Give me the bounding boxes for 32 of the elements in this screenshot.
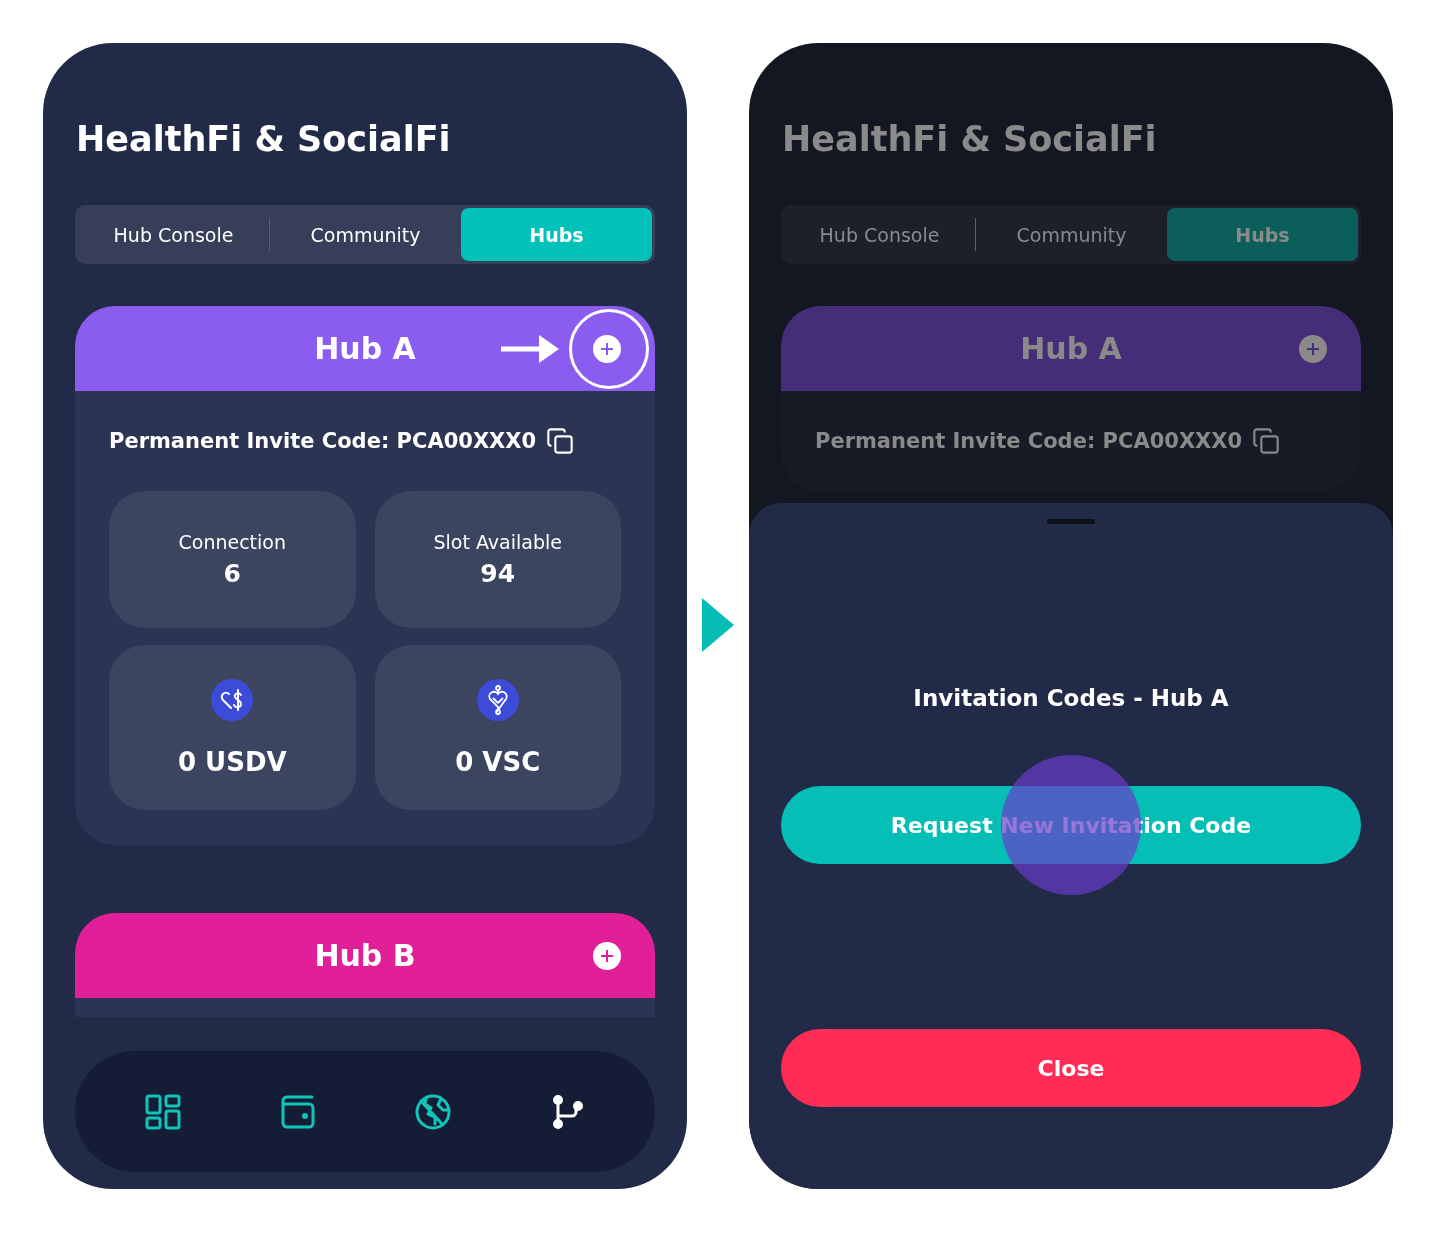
hub-name: Hub A: [1020, 331, 1122, 366]
tab[interactable]: Hub Console: [78, 208, 269, 261]
heart-coin-icon: [211, 678, 254, 721]
balance-amount: 0 VSC: [455, 746, 541, 777]
copy-icon[interactable]: [546, 427, 575, 455]
heart-link-icon: [476, 678, 519, 721]
add-button[interactable]: [593, 942, 621, 970]
stat-label: Slot Available: [433, 531, 562, 553]
close-button[interactable]: Close: [781, 1029, 1361, 1107]
arrow-icon: [501, 333, 559, 365]
hub-name: Hub B: [314, 938, 416, 973]
hub-name: Hub A: [314, 331, 416, 366]
app-title: HealthFi & SocialFi: [782, 118, 1158, 161]
stat-label: Connection: [178, 531, 286, 553]
sheet-title: Invitation Codes - Hub A: [913, 684, 1229, 713]
copy-icon[interactable]: [1252, 427, 1281, 455]
add-button[interactable]: [593, 335, 621, 363]
stat-value: 6: [223, 559, 241, 588]
next-arrow-icon: [702, 598, 734, 652]
sheet-handle[interactable]: [1047, 519, 1095, 524]
app-title: HealthFi & SocialFi: [76, 118, 452, 161]
plus-icon: [1306, 342, 1320, 356]
invite-code: Permanent Invite Code: PCA00XXX0: [109, 429, 537, 453]
stat-value: 94: [480, 559, 516, 588]
plus-icon: [600, 949, 614, 963]
tab[interactable]: Hub Console: [784, 208, 975, 261]
invite-code: Permanent Invite Code: PCA00XXX0: [815, 429, 1243, 453]
tab[interactable]: Community: [976, 208, 1167, 261]
add-button[interactable]: [1299, 335, 1327, 363]
tab[interactable]: Community: [270, 208, 461, 261]
balance-amount: 0 USDV: [177, 746, 287, 777]
plus-icon: [600, 342, 614, 356]
